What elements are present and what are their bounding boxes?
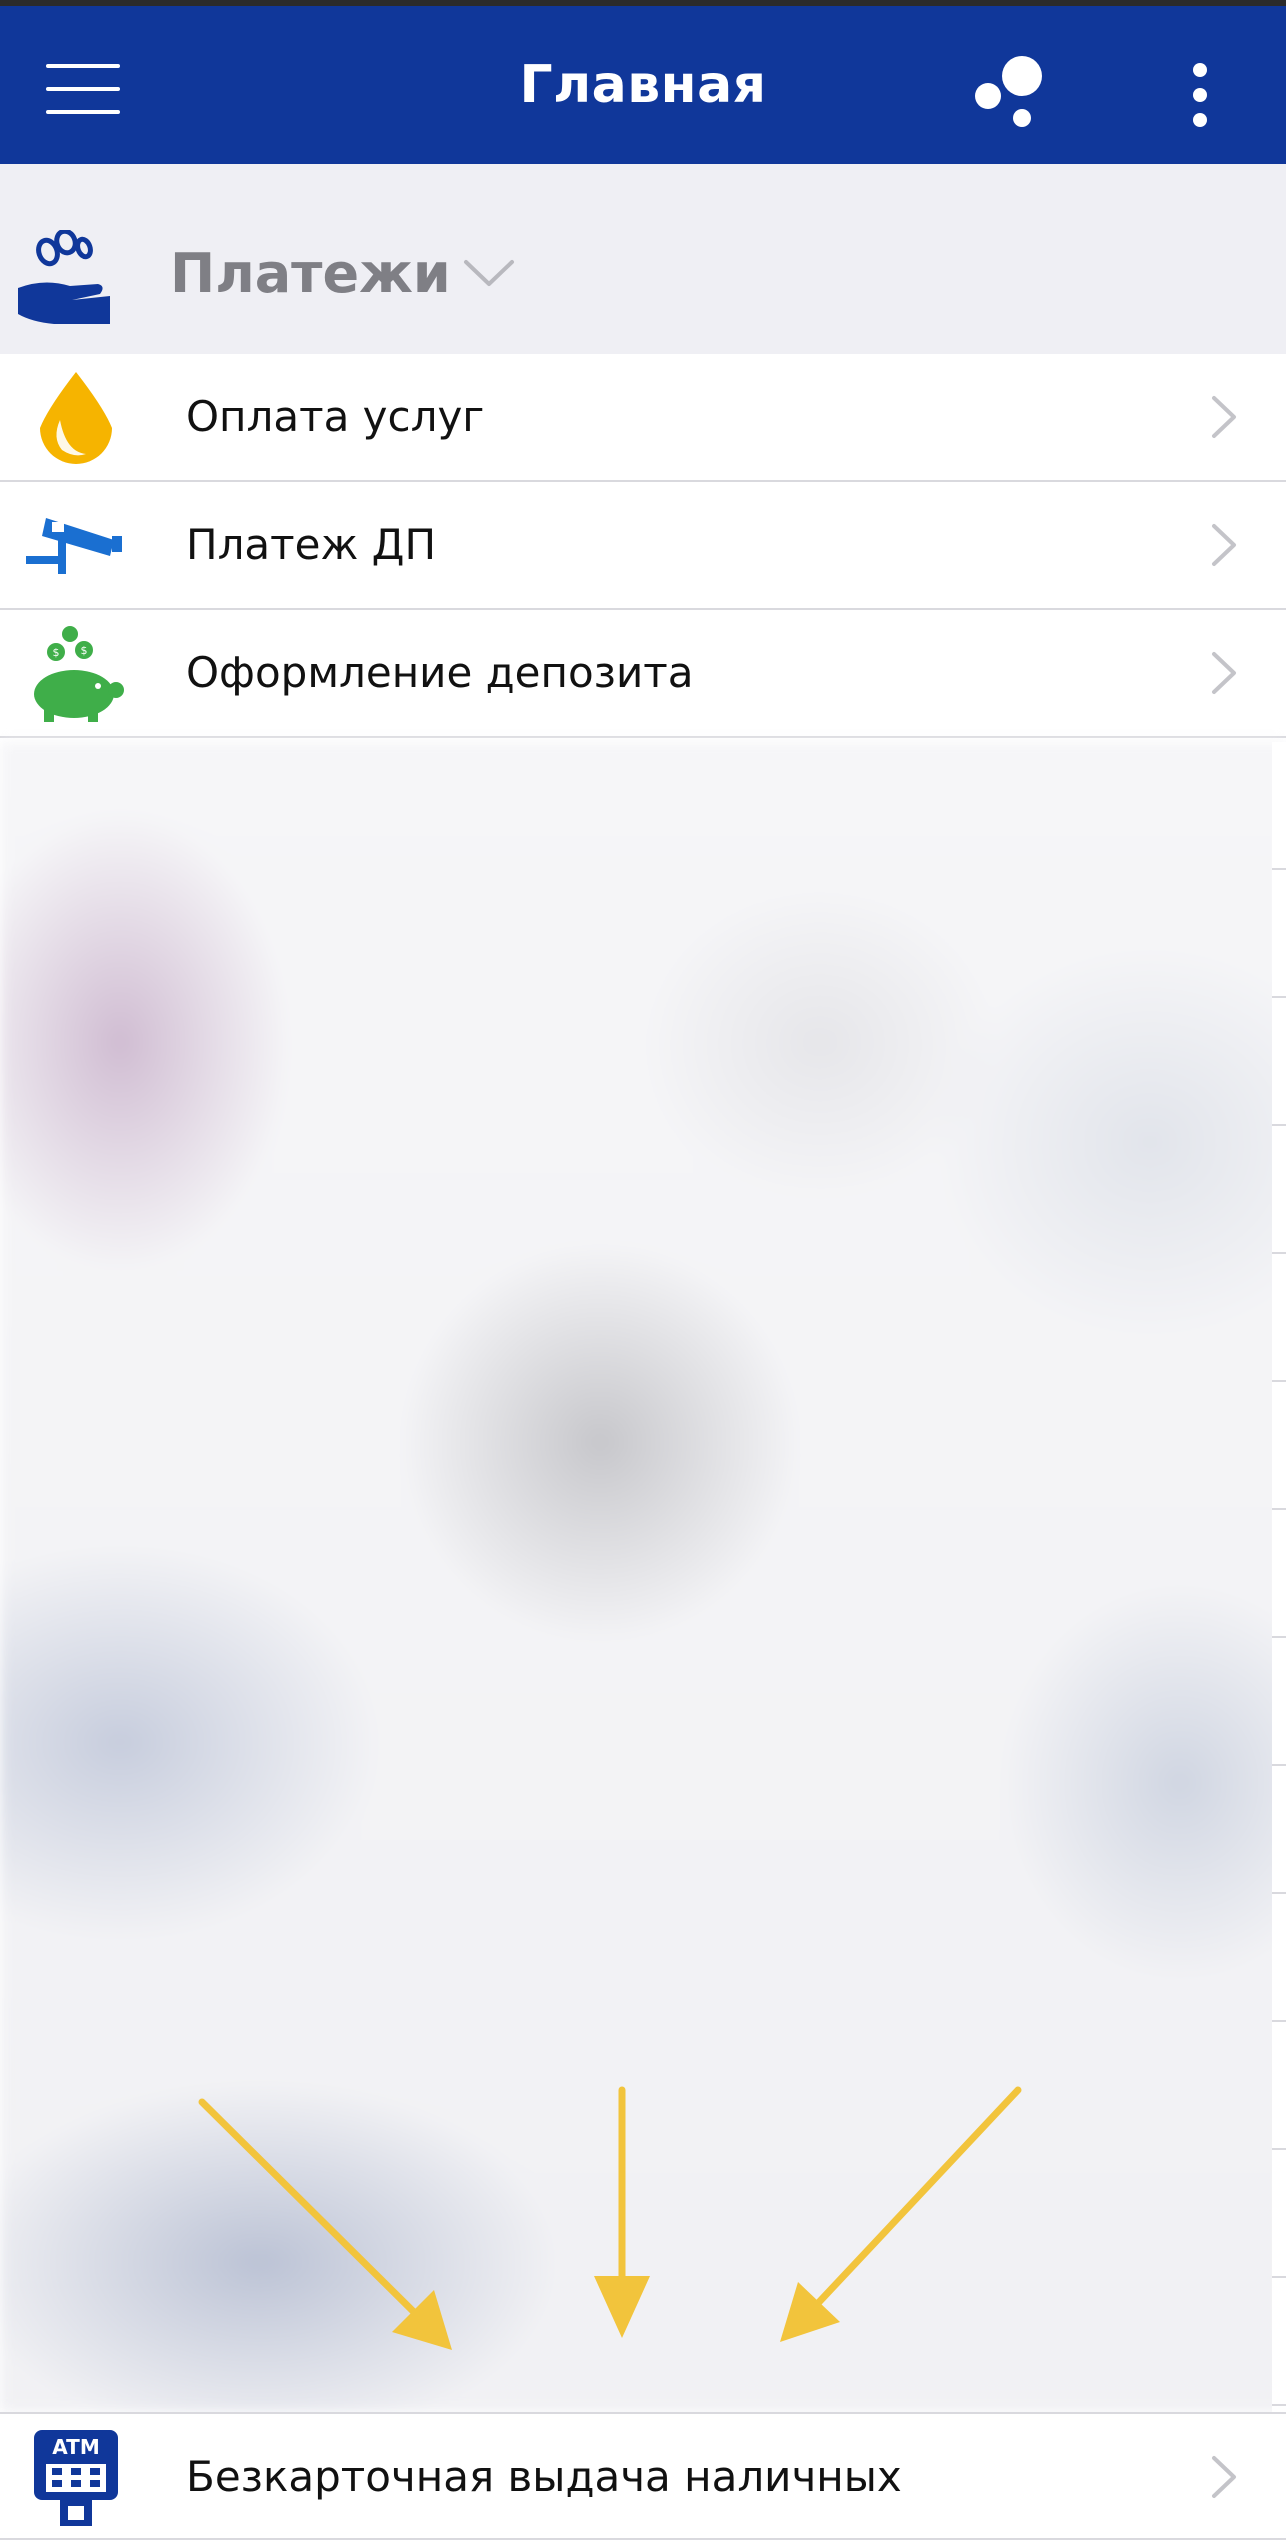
- chevron-right-icon: [1212, 2456, 1236, 2498]
- app-header: Главная: [0, 6, 1286, 164]
- arrow-right: [802, 2086, 1022, 2320]
- annotation-arrows: [198, 2086, 1022, 2350]
- list-item-platezh-dp[interactable]: Платеж ДП: [0, 482, 1286, 610]
- chevron-right-icon: [1212, 652, 1236, 694]
- svg-text:$: $: [53, 646, 60, 659]
- item-label: Безкарточная выдача наличных: [186, 2452, 902, 2501]
- list-item-oformlenie-depozita[interactable]: $ $ Оформление депозита: [0, 610, 1286, 738]
- svg-text:$: $: [81, 644, 88, 657]
- list-item-bezkartochnaya-vydacha[interactable]: ATM Безкарточная выдача наличных: [0, 2412, 1286, 2540]
- item-label: Оформление депозита: [186, 648, 694, 697]
- vertical-dots-icon[interactable]: [1180, 60, 1220, 130]
- chevron-right-icon: [1212, 396, 1236, 438]
- item-label: Оплата услуг: [186, 392, 485, 441]
- arrow-left: [198, 2098, 432, 2330]
- blue-camera-icon: [26, 518, 122, 574]
- chevron-down-icon[interactable]: [462, 256, 516, 290]
- atm-icon: ATM: [34, 2430, 118, 2526]
- chevron-right-icon: [1212, 524, 1236, 566]
- payments-section-title: Платежи: [170, 242, 451, 305]
- yellow-drop-icon: [40, 372, 112, 464]
- hand-with-coins-icon: [18, 230, 110, 324]
- payments-section-header[interactable]: Платежи: [0, 164, 1286, 354]
- piggy-bank-icon: $ $: [34, 626, 124, 722]
- list-item-oplata-uslug[interactable]: Оплата услуг: [0, 354, 1286, 482]
- hamburger-menu-icon[interactable]: [46, 64, 120, 114]
- page-title: Главная: [519, 55, 767, 115]
- item-label: Платеж ДП: [186, 520, 437, 569]
- bubbles-icon[interactable]: [970, 52, 1050, 132]
- arrow-center-head: [594, 2276, 650, 2338]
- atm-icon-text: ATM: [52, 2435, 99, 2459]
